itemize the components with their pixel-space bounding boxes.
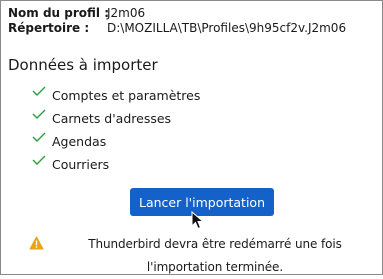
mouse-cursor-icon [191, 211, 205, 230]
check-icon [32, 86, 46, 96]
item-label: Carnets d'adresses [52, 111, 172, 126]
section-title: Données à importer [8, 56, 158, 74]
item-label: Courriers [52, 157, 110, 172]
check-icon [32, 109, 46, 119]
profile-directory-label: Répertoire : [8, 21, 90, 35]
import-summary-panel: Nom du profil : J2m06 Répertoire : D:\MO… [0, 0, 383, 275]
warning-icon [29, 236, 44, 250]
item-label: Comptes et paramètres [52, 88, 201, 103]
item-label: Agendas [52, 134, 107, 149]
check-icon [32, 155, 46, 165]
profile-directory-row: Répertoire : D:\MOZILLA\TB\Profiles\9h95… [8, 21, 346, 36]
profile-directory-value: D:\MOZILLA\TB\Profiles\9h95cf2v.J2m06 [107, 21, 347, 35]
profile-name-value: J2m06 [107, 6, 146, 20]
check-icon [32, 132, 46, 142]
profile-info: Nom du profil : J2m06 Répertoire : D:\MO… [8, 6, 346, 36]
restart-warning-message: Thunderbird devra être redémarré une foi… [88, 237, 342, 274]
profile-name-label: Nom du profil : [8, 6, 110, 20]
profile-name-row: Nom du profil : J2m06 [8, 6, 346, 21]
